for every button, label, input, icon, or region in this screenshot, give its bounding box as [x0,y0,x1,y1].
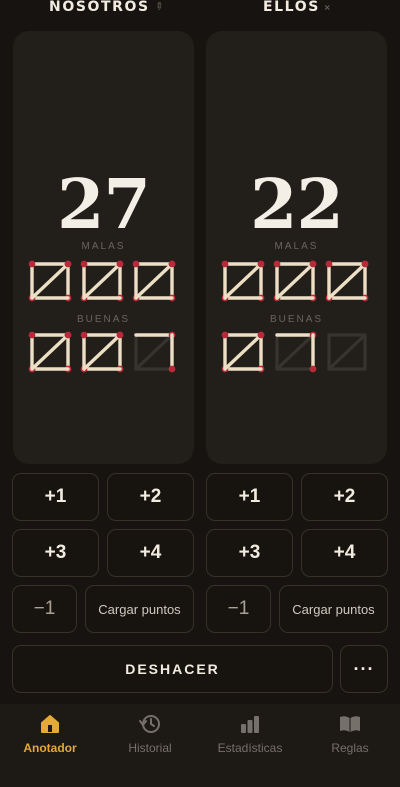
buenas-matchbox [275,331,317,373]
close-icon[interactable]: × [324,3,332,12]
score-value: 22 [250,165,344,245]
matchstick [82,262,122,300]
add-4-button[interactable]: +4 [301,529,388,577]
match-head [168,260,176,268]
buenas-matchbox [28,331,72,373]
matchstick [327,262,367,300]
cargar-puntos-button[interactable]: Cargar puntos [85,585,194,633]
malas-matchbox [325,260,369,302]
tab-label: Anotador [23,741,77,755]
tab-reglas[interactable]: Reglas [300,704,400,787]
history-icon [139,715,160,733]
more-options-button[interactable]: ··· [340,645,388,693]
malas-matchbox [273,260,317,302]
add-3-button[interactable]: +3 [206,529,293,577]
match-head [132,260,140,268]
matchstick [30,262,70,300]
undo-button[interactable]: DESHACER [12,645,333,693]
bar-chart-icon [241,716,259,733]
pencil-icon[interactable]: ✎ [151,0,166,14]
malas-matchbox [80,260,124,302]
team-header-ellos[interactable]: ELLOS × [263,0,332,18]
empty-match [134,333,174,371]
home-icon [41,715,59,733]
tab-bar: Anotador Historial Estadísticas Reglas [0,704,400,787]
tab-estadisticas[interactable]: Estadísticas [200,704,300,787]
team-name: ELLOS [263,0,320,15]
score-value: 27 [57,165,151,245]
match-head [64,331,72,339]
match-head [168,365,176,373]
add-4-button[interactable]: +4 [107,529,194,577]
buenas-label: BUENAS [76,314,131,325]
tab-historial[interactable]: Historial [100,704,200,787]
add-2-button[interactable]: +2 [107,473,194,521]
match-head [273,260,281,268]
match-head [80,260,88,268]
match-head [309,260,317,268]
match-head [116,331,124,339]
add-1-button[interactable]: +1 [12,473,99,521]
subtract-1-button[interactable]: −1 [12,585,77,633]
malas-matchbox [132,260,176,302]
tab-label: Reglas [331,741,369,755]
empty-match [327,333,367,371]
matchstick [30,333,70,371]
match-head [28,260,36,268]
match-head [325,260,333,268]
malas-matchbox [28,260,72,302]
buenas-matchbox [327,333,367,371]
add-2-button[interactable]: +2 [301,473,388,521]
buenas-label: BUENAS [269,314,324,325]
subtract-1-button[interactable]: −1 [206,585,271,633]
match-head [28,331,36,339]
book-icon [340,716,360,732]
empty-match [275,333,315,371]
buenas-matchbox [134,331,176,373]
tab-label: Estadísticas [217,741,283,755]
malas-matchbox [221,260,265,302]
tab-anotador[interactable]: Anotador [0,704,100,787]
matchstick [223,333,263,371]
match-head [257,331,265,339]
add-3-button[interactable]: +3 [12,529,99,577]
score-panel-nosotros: 27 MALAS BUENAS [13,31,194,464]
match-head [361,260,369,268]
matchstick [82,333,122,371]
tab-label: Historial [128,741,172,755]
score-panel-ellos: 22 MALAS BUENAS [206,31,387,464]
matchstick [134,262,174,300]
cargar-puntos-button[interactable]: Cargar puntos [279,585,388,633]
team-name: NOSOTROS [49,0,150,15]
matchstick [223,262,263,300]
malas-label: MALAS [81,241,126,252]
match-head [257,260,265,268]
team-header-nosotros[interactable]: NOSOTROS ✎ [49,0,166,18]
buenas-matchbox [221,331,265,373]
add-1-button[interactable]: +1 [206,473,293,521]
match-head [309,365,317,373]
match-head [221,331,229,339]
match-head [64,260,72,268]
matchstick [275,262,315,300]
match-head [116,260,124,268]
malas-label: MALAS [274,241,319,252]
buenas-matchbox [80,331,124,373]
match-head [221,260,229,268]
match-head [80,331,88,339]
